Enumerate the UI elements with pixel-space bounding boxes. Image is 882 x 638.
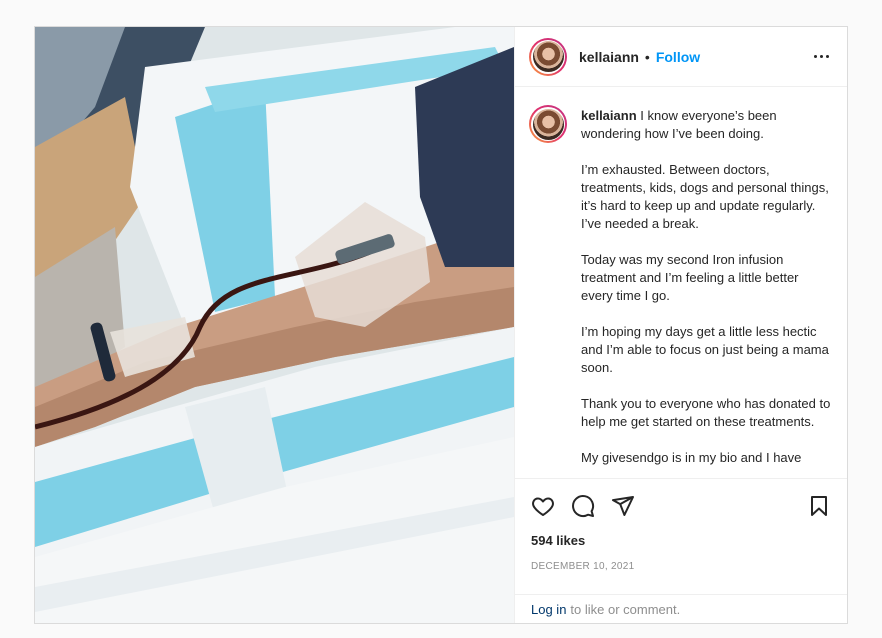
iv-infusion-photo (35, 27, 514, 623)
likes-count[interactable]: 594 likes (531, 533, 831, 548)
post-date[interactable]: December 10, 2021 (531, 561, 831, 572)
caption-row: kellaiann I know everyone’s been wonderi… (529, 105, 833, 467)
separator-dot: • (644, 48, 650, 65)
bookmark-icon[interactable] (807, 494, 831, 518)
caption-body: I know everyone’s been wondering how I’v… (581, 108, 831, 465)
avatar-image (532, 41, 564, 72)
heart-icon[interactable] (531, 494, 555, 518)
avatar[interactable] (529, 37, 567, 76)
comment-icon[interactable] (571, 494, 595, 518)
header-username[interactable]: kellaiann (579, 49, 639, 65)
login-link[interactable]: Log in (531, 602, 566, 617)
instagram-post: kellaiann • Follow kellaiann I know ever… (34, 26, 848, 624)
more-options-icon[interactable] (809, 45, 833, 69)
caption-text: kellaiann I know everyone’s been wonderi… (581, 107, 833, 467)
post-sidebar: kellaiann • Follow kellaiann I know ever… (514, 27, 847, 623)
post-photo[interactable] (35, 27, 514, 623)
post-header: kellaiann • Follow (515, 27, 847, 87)
login-suffix: to like or comment. (570, 601, 681, 617)
avatar-image (532, 108, 564, 140)
follow-button[interactable]: Follow (656, 49, 700, 65)
action-section: 594 likes December 10, 2021 (515, 478, 847, 594)
action-icons (531, 491, 831, 521)
caption-avatar[interactable] (529, 105, 567, 143)
paper-plane-icon[interactable] (611, 494, 635, 518)
caption-username[interactable]: kellaiann (581, 108, 637, 123)
caption-area: kellaiann I know everyone’s been wonderi… (515, 87, 847, 478)
login-prompt: Log in to like or comment. (515, 594, 847, 623)
